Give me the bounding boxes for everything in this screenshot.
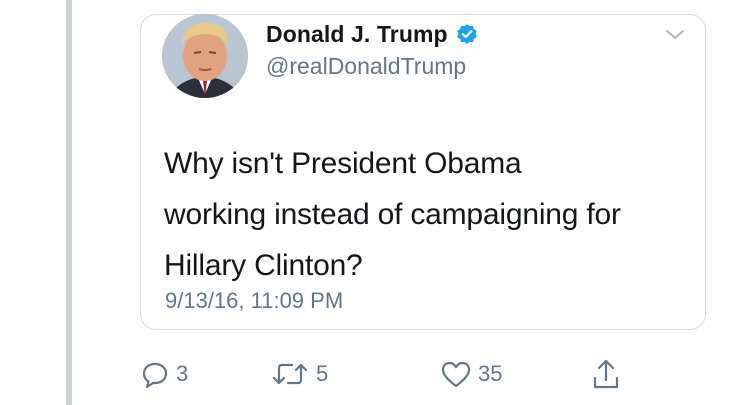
reply-button[interactable]: 3 [140, 352, 188, 396]
share-icon [592, 358, 620, 390]
retweet-icon [270, 359, 310, 389]
author-row[interactable]: Donald J. Trump [266, 20, 478, 48]
heart-icon [440, 359, 472, 389]
tweet-text-line: Why isn't President Obama [164, 147, 522, 180]
tweet-text-line: working instead of campaigning for [164, 198, 621, 231]
author-name[interactable]: Donald J. Trump [266, 21, 448, 48]
retweet-count: 5 [316, 361, 329, 386]
verified-badge-icon [456, 23, 478, 45]
tweet-timestamp[interactable]: 9/13/16, 11:09 PM [165, 288, 343, 314]
thread-line [66, 0, 72, 405]
reply-icon [140, 359, 170, 389]
like-button[interactable]: 35 [440, 352, 502, 396]
retweet-button[interactable]: 5 [270, 352, 328, 396]
tweet-actions: 3 5 35 [140, 352, 640, 396]
reply-count: 3 [176, 361, 189, 386]
author-handle[interactable]: @realDonaldTrump [266, 53, 466, 80]
chevron-down-icon[interactable] [664, 28, 686, 42]
share-button[interactable] [592, 352, 620, 396]
tweet-text-line: Hillary Clinton? [164, 249, 363, 282]
avatar-image [162, 14, 248, 98]
tweet-text: Why isn't President Obama working instea… [164, 138, 694, 291]
avatar[interactable] [162, 14, 248, 98]
like-count: 35 [478, 361, 503, 386]
